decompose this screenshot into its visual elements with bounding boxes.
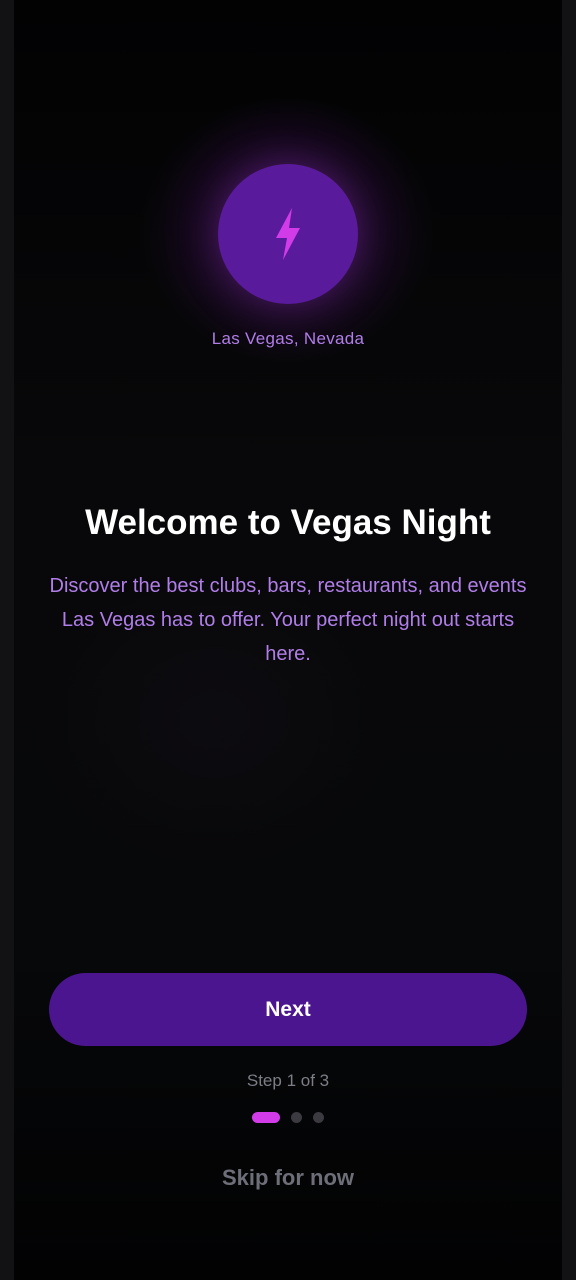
right-edge — [562, 0, 576, 1280]
onboarding-screen: Las Vegas, Nevada Welcome to Vegas Night… — [14, 0, 562, 1280]
page-dots — [14, 1111, 562, 1123]
app-logo — [218, 164, 358, 304]
page-dot-2[interactable] — [291, 1111, 302, 1123]
next-button[interactable]: Next — [49, 973, 527, 1046]
lightning-bolt-icon — [276, 208, 300, 260]
skip-button[interactable]: Skip for now — [14, 1165, 562, 1191]
page-dot-1[interactable] — [252, 1111, 280, 1123]
welcome-title: Welcome to Vegas Night — [85, 503, 491, 542]
left-edge — [0, 0, 14, 1280]
page-dot-3[interactable] — [313, 1111, 324, 1123]
location-label: Las Vegas, Nevada — [211, 329, 365, 348]
step-indicator-text: Step 1 of 3 — [246, 1071, 330, 1090]
welcome-description: Discover the best clubs, bars, restauran… — [49, 575, 527, 665]
